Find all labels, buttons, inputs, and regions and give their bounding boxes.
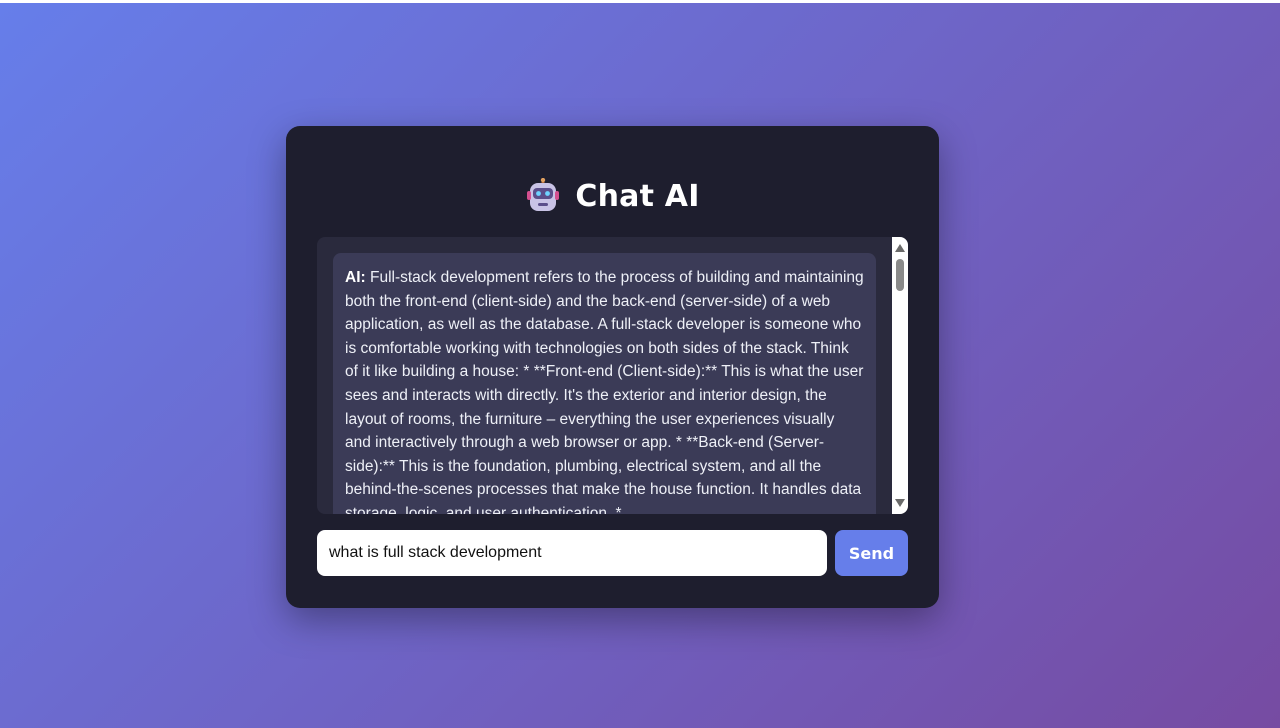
message-sender: AI:: [345, 269, 366, 286]
robot-icon: [527, 178, 560, 211]
top-window-strip: [0, 0, 1280, 3]
header: Chat AI: [286, 178, 939, 214]
scroll-down-button[interactable]: [892, 495, 908, 511]
chat-messages-area[interactable]: AI: Full-stack development refers to the…: [317, 237, 908, 514]
ai-message-bubble: AI: Full-stack development refers to the…: [333, 253, 876, 514]
message-text: Full-stack development refers to the pro…: [345, 269, 864, 514]
triangle-down-icon: [895, 499, 905, 507]
chat-scrollbar[interactable]: [892, 237, 908, 514]
send-button[interactable]: Send: [835, 530, 908, 576]
app-title: Chat AI: [575, 178, 700, 214]
message-input[interactable]: [317, 530, 827, 576]
triangle-up-icon: [895, 244, 905, 252]
chat-card: Chat AI AI: Full-stack development refer…: [286, 126, 939, 608]
scroll-thumb[interactable]: [896, 259, 904, 291]
scroll-up-button[interactable]: [892, 240, 908, 256]
